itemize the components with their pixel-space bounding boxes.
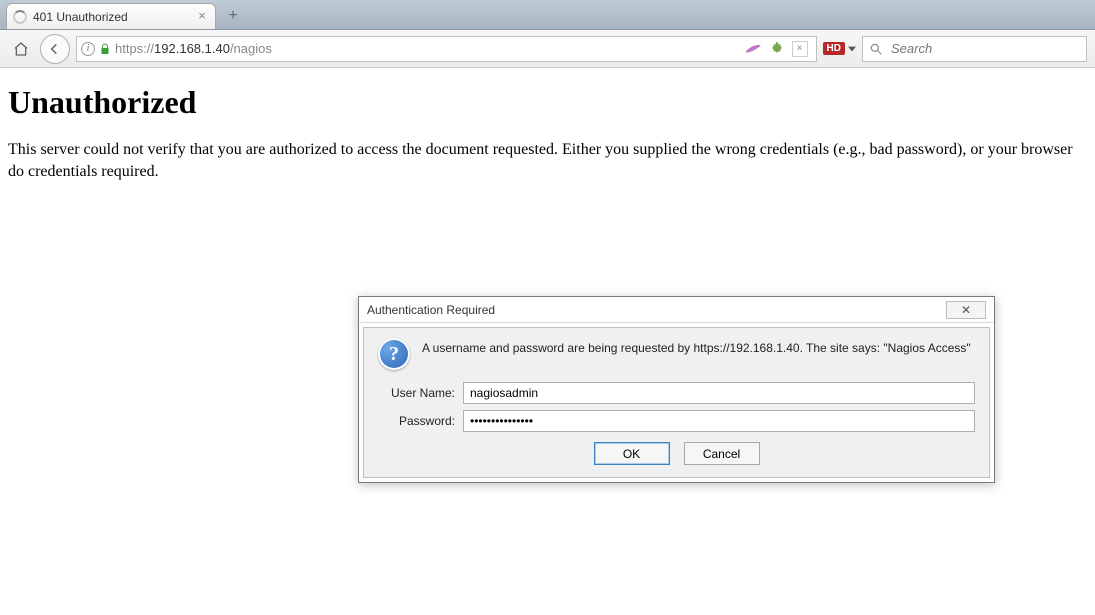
site-info-icon[interactable]: i	[81, 42, 95, 56]
password-label: Password:	[378, 414, 463, 428]
question-icon: ?	[378, 338, 410, 370]
hd-badge-button[interactable]: HD	[823, 42, 856, 55]
username-label: User Name:	[378, 386, 463, 400]
tab-strip: 401 Unauthorized × +	[0, 0, 1095, 30]
browser-tab[interactable]: 401 Unauthorized ×	[6, 3, 216, 29]
dialog-body: ? A username and password are being requ…	[363, 327, 990, 478]
cancel-button[interactable]: Cancel	[684, 442, 760, 465]
tab-title: 401 Unauthorized	[33, 10, 128, 24]
page-content: Unauthorized This server could not verif…	[0, 68, 1095, 190]
search-icon	[869, 42, 883, 56]
home-icon	[13, 41, 29, 57]
close-icon: ✕	[961, 303, 971, 317]
feather-icon[interactable]	[744, 43, 762, 55]
page-heading: Unauthorized	[8, 84, 1087, 121]
url-path: /nagios	[230, 41, 272, 56]
url-right-icons: ×	[744, 41, 812, 57]
navigation-toolbar: i https://192.168.1.40/nagios × HD	[0, 30, 1095, 68]
clear-url-icon[interactable]: ×	[792, 41, 808, 57]
search-box[interactable]	[862, 36, 1087, 62]
auth-dialog: Authentication Required ✕ ? A username a…	[358, 296, 995, 483]
loading-spinner-icon	[13, 10, 27, 24]
tab-close-icon[interactable]: ×	[195, 9, 209, 23]
dialog-close-button[interactable]: ✕	[946, 301, 986, 319]
back-arrow-icon	[47, 41, 63, 57]
page-body-text: This server could not verify that you ar…	[8, 139, 1087, 182]
password-input[interactable]	[463, 410, 975, 432]
dialog-titlebar: Authentication Required ✕	[359, 297, 994, 323]
lock-icon	[99, 42, 111, 56]
ok-button[interactable]: OK	[594, 442, 670, 465]
dialog-message: A username and password are being reques…	[422, 338, 971, 356]
chevron-down-icon	[848, 46, 856, 52]
url-text: https://192.168.1.40/nagios	[115, 41, 272, 56]
url-host: 192.168.1.40	[154, 41, 230, 56]
home-button[interactable]	[8, 36, 34, 62]
back-button[interactable]	[40, 34, 70, 64]
new-tab-button[interactable]: +	[220, 5, 246, 27]
username-input[interactable]	[463, 382, 975, 404]
url-scheme: https://	[115, 41, 154, 56]
hd-badge: HD	[823, 42, 845, 55]
dialog-title: Authentication Required	[367, 303, 495, 317]
puzzle-icon[interactable]	[770, 42, 784, 56]
url-bar[interactable]: i https://192.168.1.40/nagios ×	[76, 36, 817, 62]
search-input[interactable]	[889, 40, 1080, 57]
